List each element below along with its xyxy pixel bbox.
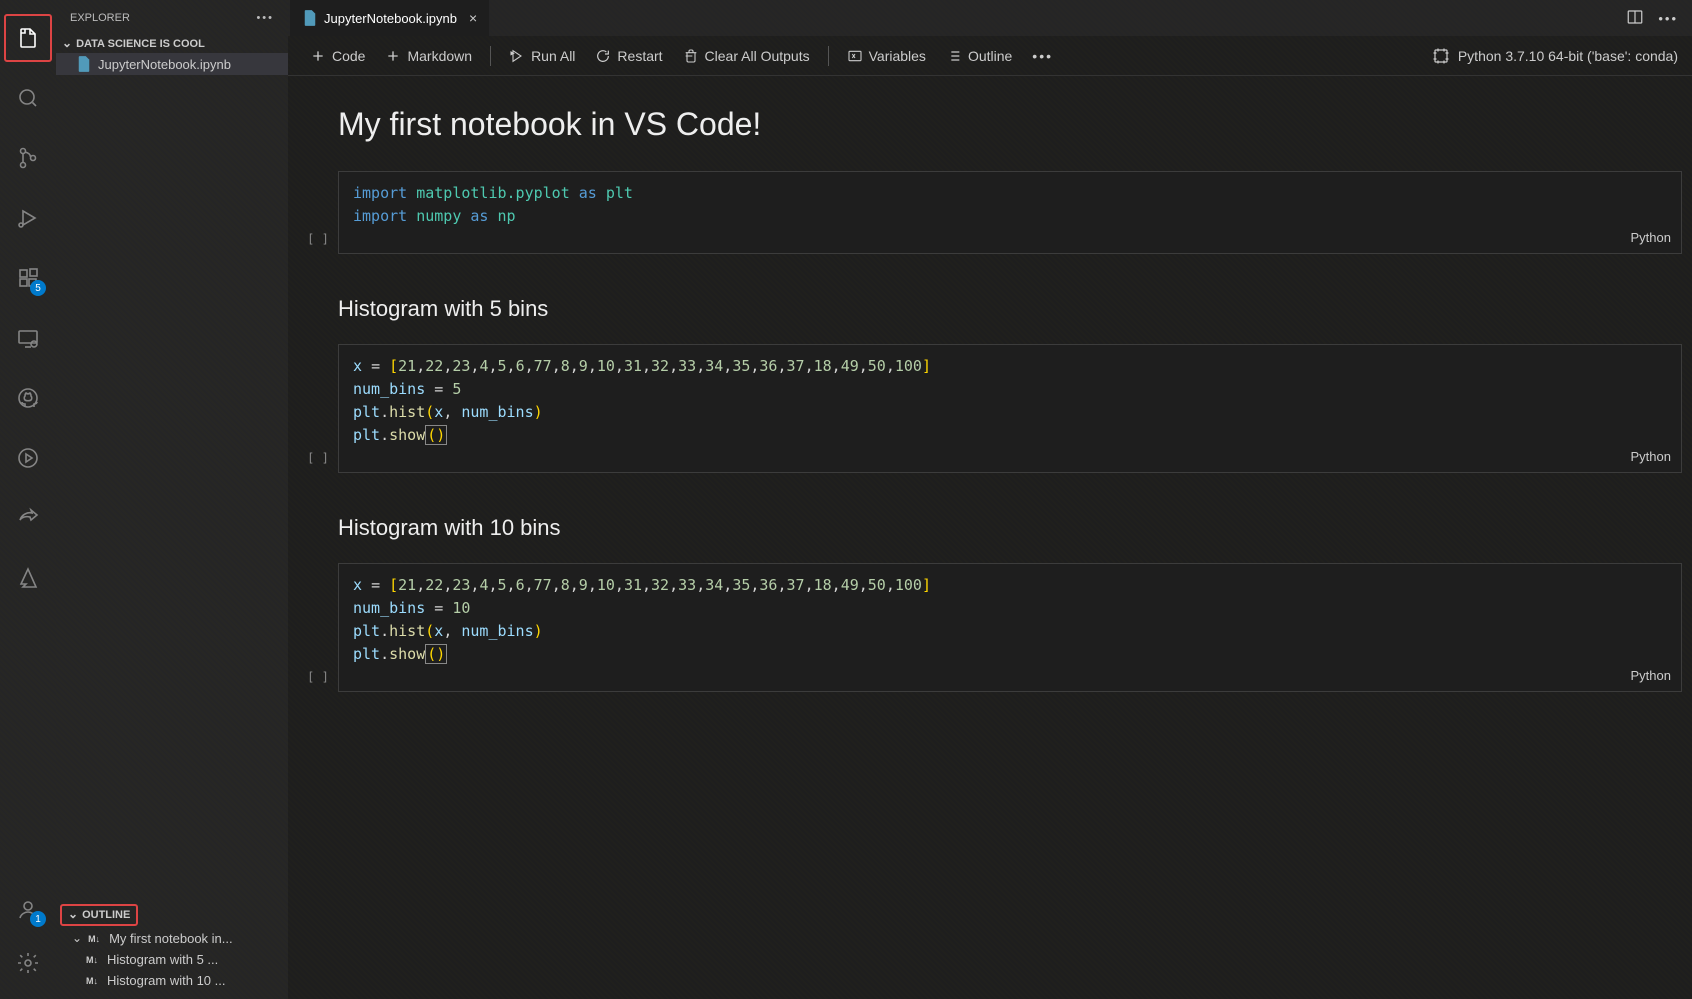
add-code-label: Code — [332, 48, 365, 64]
notebook-file-icon — [302, 10, 318, 26]
add-code-button[interactable]: Code — [302, 44, 373, 68]
more-actions-icon[interactable]: ••• — [1658, 11, 1678, 26]
markdown-badge-icon: M↓ — [86, 976, 98, 986]
folder-root[interactable]: ⌄ DATA SCIENCE IS COOL — [56, 35, 288, 53]
sidebar: EXPLORER ••• ⌄ DATA SCIENCE IS COOL Jupy… — [56, 0, 288, 999]
outline-button-label: Outline — [968, 48, 1012, 64]
share-icon[interactable] — [4, 494, 52, 542]
explorer-icon[interactable] — [4, 14, 52, 62]
chevron-down-icon: ⌄ — [72, 931, 82, 945]
outline-item-label: Histogram with 10 ... — [107, 973, 226, 988]
cell-language[interactable]: Python — [1631, 666, 1671, 686]
azure-icon[interactable] — [4, 554, 52, 602]
github-icon[interactable] — [4, 374, 52, 422]
code-cell[interactable]: [ ] x = [21,22,23,4,5,6,77,8,9,10,31,32,… — [298, 563, 1682, 692]
outline-child-item[interactable]: M↓ Histogram with 10 ... — [56, 970, 288, 991]
notebook-body[interactable]: My first notebook in VS Code! [ ] import… — [288, 76, 1692, 999]
toolbar-separator — [490, 46, 491, 66]
file-name: JupyterNotebook.ipynb — [98, 57, 231, 72]
variables-label: Variables — [869, 48, 926, 64]
accounts-badge: 1 — [30, 911, 46, 927]
outline-header[interactable]: ⌄ OUTLINE — [60, 904, 138, 926]
outline-button[interactable]: Outline — [938, 44, 1020, 68]
cell-exec-count: [ ] — [298, 344, 338, 473]
notebook-title: My first notebook in VS Code! — [338, 106, 1682, 143]
section-heading: Histogram with 10 bins — [338, 515, 1682, 541]
cell-exec-count: [ ] — [298, 171, 338, 254]
activity-bar: 5 1 — [0, 0, 56, 999]
outline-item-label: My first notebook in... — [109, 931, 233, 946]
tab-bar: JupyterNotebook.ipynb × ••• — [288, 0, 1692, 36]
settings-gear-icon[interactable] — [4, 939, 52, 987]
outline-child-item[interactable]: M↓ Histogram with 5 ... — [56, 949, 288, 970]
close-icon[interactable]: × — [469, 10, 477, 26]
extensions-icon[interactable]: 5 — [4, 254, 52, 302]
add-markdown-label: Markdown — [407, 48, 472, 64]
cell-exec-count: [ ] — [298, 563, 338, 692]
clear-outputs-button[interactable]: Clear All Outputs — [675, 44, 818, 68]
sidebar-files-section: ⌄ DATA SCIENCE IS COOL JupyterNotebook.i… — [56, 35, 288, 75]
variables-button[interactable]: Variables — [839, 44, 934, 68]
source-control-icon[interactable] — [4, 134, 52, 182]
notebook-file-icon — [76, 56, 92, 72]
notebook-toolbar: Code Markdown Run All Restart Clear All … — [288, 36, 1692, 76]
outline-item-label: Histogram with 5 ... — [107, 952, 218, 967]
chevron-down-icon: ⌄ — [68, 907, 78, 921]
sidebar-header: EXPLORER ••• — [56, 0, 288, 35]
toolbar-more-icon[interactable]: ••• — [1024, 44, 1061, 68]
toolbar-separator — [828, 46, 829, 66]
clear-outputs-label: Clear All Outputs — [705, 48, 810, 64]
activity-bottom: 1 — [4, 879, 52, 993]
cell-language[interactable]: Python — [1631, 447, 1671, 467]
editor-area: JupyterNotebook.ipynb × ••• Code Markdow… — [288, 0, 1692, 999]
live-share-icon[interactable] — [4, 434, 52, 482]
chevron-down-icon: ⌄ — [62, 36, 72, 50]
sidebar-title: EXPLORER — [70, 12, 130, 24]
folder-name: DATA SCIENCE IS COOL — [76, 38, 205, 50]
tab-actions: ••• — [1626, 8, 1692, 29]
split-editor-icon[interactable] — [1626, 8, 1644, 29]
code-cell[interactable]: [ ] x = [21,22,23,4,5,6,77,8,9,10,31,32,… — [298, 344, 1682, 473]
markdown-badge-icon: M↓ — [88, 934, 100, 944]
accounts-icon[interactable]: 1 — [4, 885, 52, 933]
file-item[interactable]: JupyterNotebook.ipynb — [56, 53, 288, 75]
remote-icon[interactable] — [4, 314, 52, 362]
add-markdown-button[interactable]: Markdown — [377, 44, 480, 68]
tab-active[interactable]: JupyterNotebook.ipynb × — [290, 0, 490, 36]
restart-label: Restart — [617, 48, 662, 64]
tab-label: JupyterNotebook.ipynb — [324, 11, 457, 26]
restart-button[interactable]: Restart — [587, 44, 670, 68]
search-icon[interactable] — [4, 74, 52, 122]
cell-language[interactable]: Python — [1631, 228, 1671, 248]
outline-title: OUTLINE — [82, 909, 130, 921]
kernel-selector[interactable]: Python 3.7.10 64-bit ('base': conda) — [1432, 47, 1678, 65]
run-debug-icon[interactable] — [4, 194, 52, 242]
outline-section: ⌄ OUTLINE ⌄ M↓ My first notebook in... M… — [56, 902, 288, 999]
code-editor[interactable]: x = [21,22,23,4,5,6,77,8,9,10,31,32,33,3… — [338, 344, 1682, 473]
markdown-badge-icon: M↓ — [86, 955, 98, 965]
run-all-button[interactable]: Run All — [501, 44, 583, 68]
kernel-label: Python 3.7.10 64-bit ('base': conda) — [1458, 48, 1678, 64]
code-editor[interactable]: x = [21,22,23,4,5,6,77,8,9,10,31,32,33,3… — [338, 563, 1682, 692]
run-all-label: Run All — [531, 48, 575, 64]
code-editor[interactable]: import matplotlib.pyplot as plt import n… — [338, 171, 1682, 254]
extensions-badge: 5 — [30, 280, 46, 296]
sidebar-more-icon[interactable]: ••• — [256, 12, 274, 24]
outline-root-item[interactable]: ⌄ M↓ My first notebook in... — [56, 928, 288, 949]
code-cell[interactable]: [ ] import matplotlib.pyplot as plt impo… — [298, 171, 1682, 254]
section-heading: Histogram with 5 bins — [338, 296, 1682, 322]
